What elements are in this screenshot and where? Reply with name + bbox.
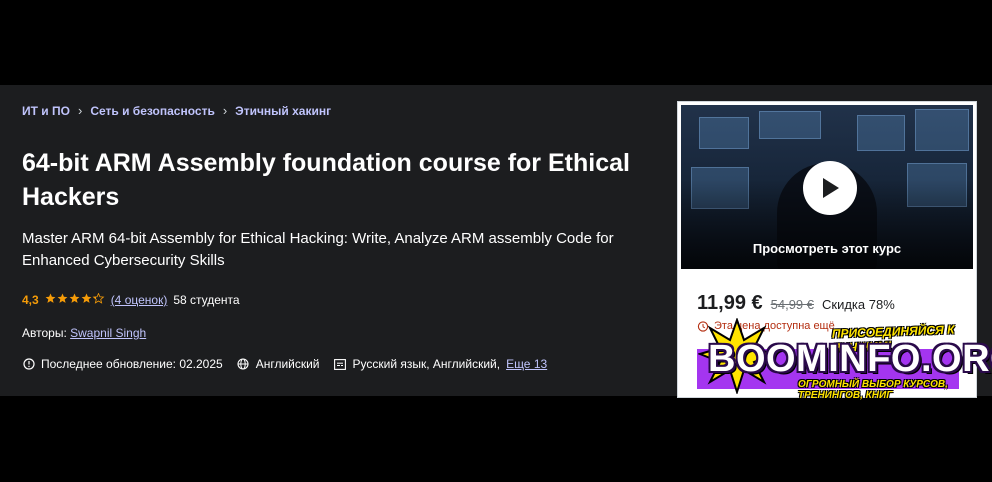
closed-captions-icon: [334, 358, 347, 371]
language-text: Английский: [255, 357, 320, 371]
preview-bg-screen: [915, 109, 969, 151]
watermark-logo: BOOMINFO.ORG: [708, 338, 992, 380]
breadcrumb-item-network[interactable]: Сеть и безопасность: [90, 104, 215, 118]
breadcrumb-item-ethical-hacking[interactable]: Этичный хакинг: [235, 104, 331, 118]
rating-row: 4,3 (4 оценок) 58 студента: [22, 293, 240, 307]
authors: Авторы: Swapnil Singh: [22, 326, 146, 340]
globe-icon: [237, 358, 250, 371]
original-price: 54,99 €: [770, 297, 814, 312]
discount-label: Скидка 78%: [822, 297, 895, 312]
preview-bg-screen: [759, 111, 821, 139]
last-updated-text: Последнее обновление: 02.2025: [41, 357, 223, 371]
preview-label: Просмотреть этот курс: [752, 241, 902, 256]
course-language: Английский: [237, 357, 320, 371]
preview-bg-screen: [699, 117, 749, 149]
rating-value: 4,3: [22, 293, 39, 307]
watermark-subtitle: ОГРОМНЫЙ ВЫБОР КУРСОВ, ТРЕНИНГОВ, КНИГ: [798, 379, 948, 401]
chevron-right-icon: ›: [222, 103, 228, 118]
captions-text: Русский язык, Английский,: [352, 357, 501, 371]
preview-bg-screen: [857, 115, 905, 151]
breadcrumb: ИТ и ПО › Сеть и безопасность › Этичный …: [22, 103, 331, 118]
alert-clock-icon: [22, 358, 35, 371]
author-link[interactable]: Swapnil Singh: [70, 326, 146, 340]
breadcrumb-item-it[interactable]: ИТ и ПО: [22, 104, 70, 118]
current-price: 11,99 €: [697, 292, 763, 314]
stars-svg: [45, 293, 104, 304]
chevron-right-icon: ›: [77, 103, 83, 118]
authors-label: Авторы:: [22, 326, 67, 340]
rating-count-link[interactable]: (4 оценок): [111, 293, 168, 307]
course-meta: Последнее обновление: 02.2025 Английский…: [22, 357, 553, 371]
students-count: 58 студента: [173, 293, 240, 307]
course-subtitle: Master ARM 64-bit Assembly for Ethical H…: [22, 230, 614, 269]
play-icon: [823, 178, 839, 198]
course-captions: Русский язык, Английский, Еще 13: [334, 357, 547, 371]
price-row: 11,99 € 54,99 € Скидка 78%: [697, 292, 895, 315]
page-title: 64-bit ARM Assembly foundation course fo…: [22, 149, 630, 211]
play-button[interactable]: [803, 161, 857, 215]
more-captions-link[interactable]: Еще 13: [506, 357, 547, 371]
course-preview[interactable]: Просмотреть этот курс: [681, 105, 973, 269]
star-rating-icon: [45, 293, 105, 307]
last-updated: Последнее обновление: 02.2025: [22, 357, 223, 371]
